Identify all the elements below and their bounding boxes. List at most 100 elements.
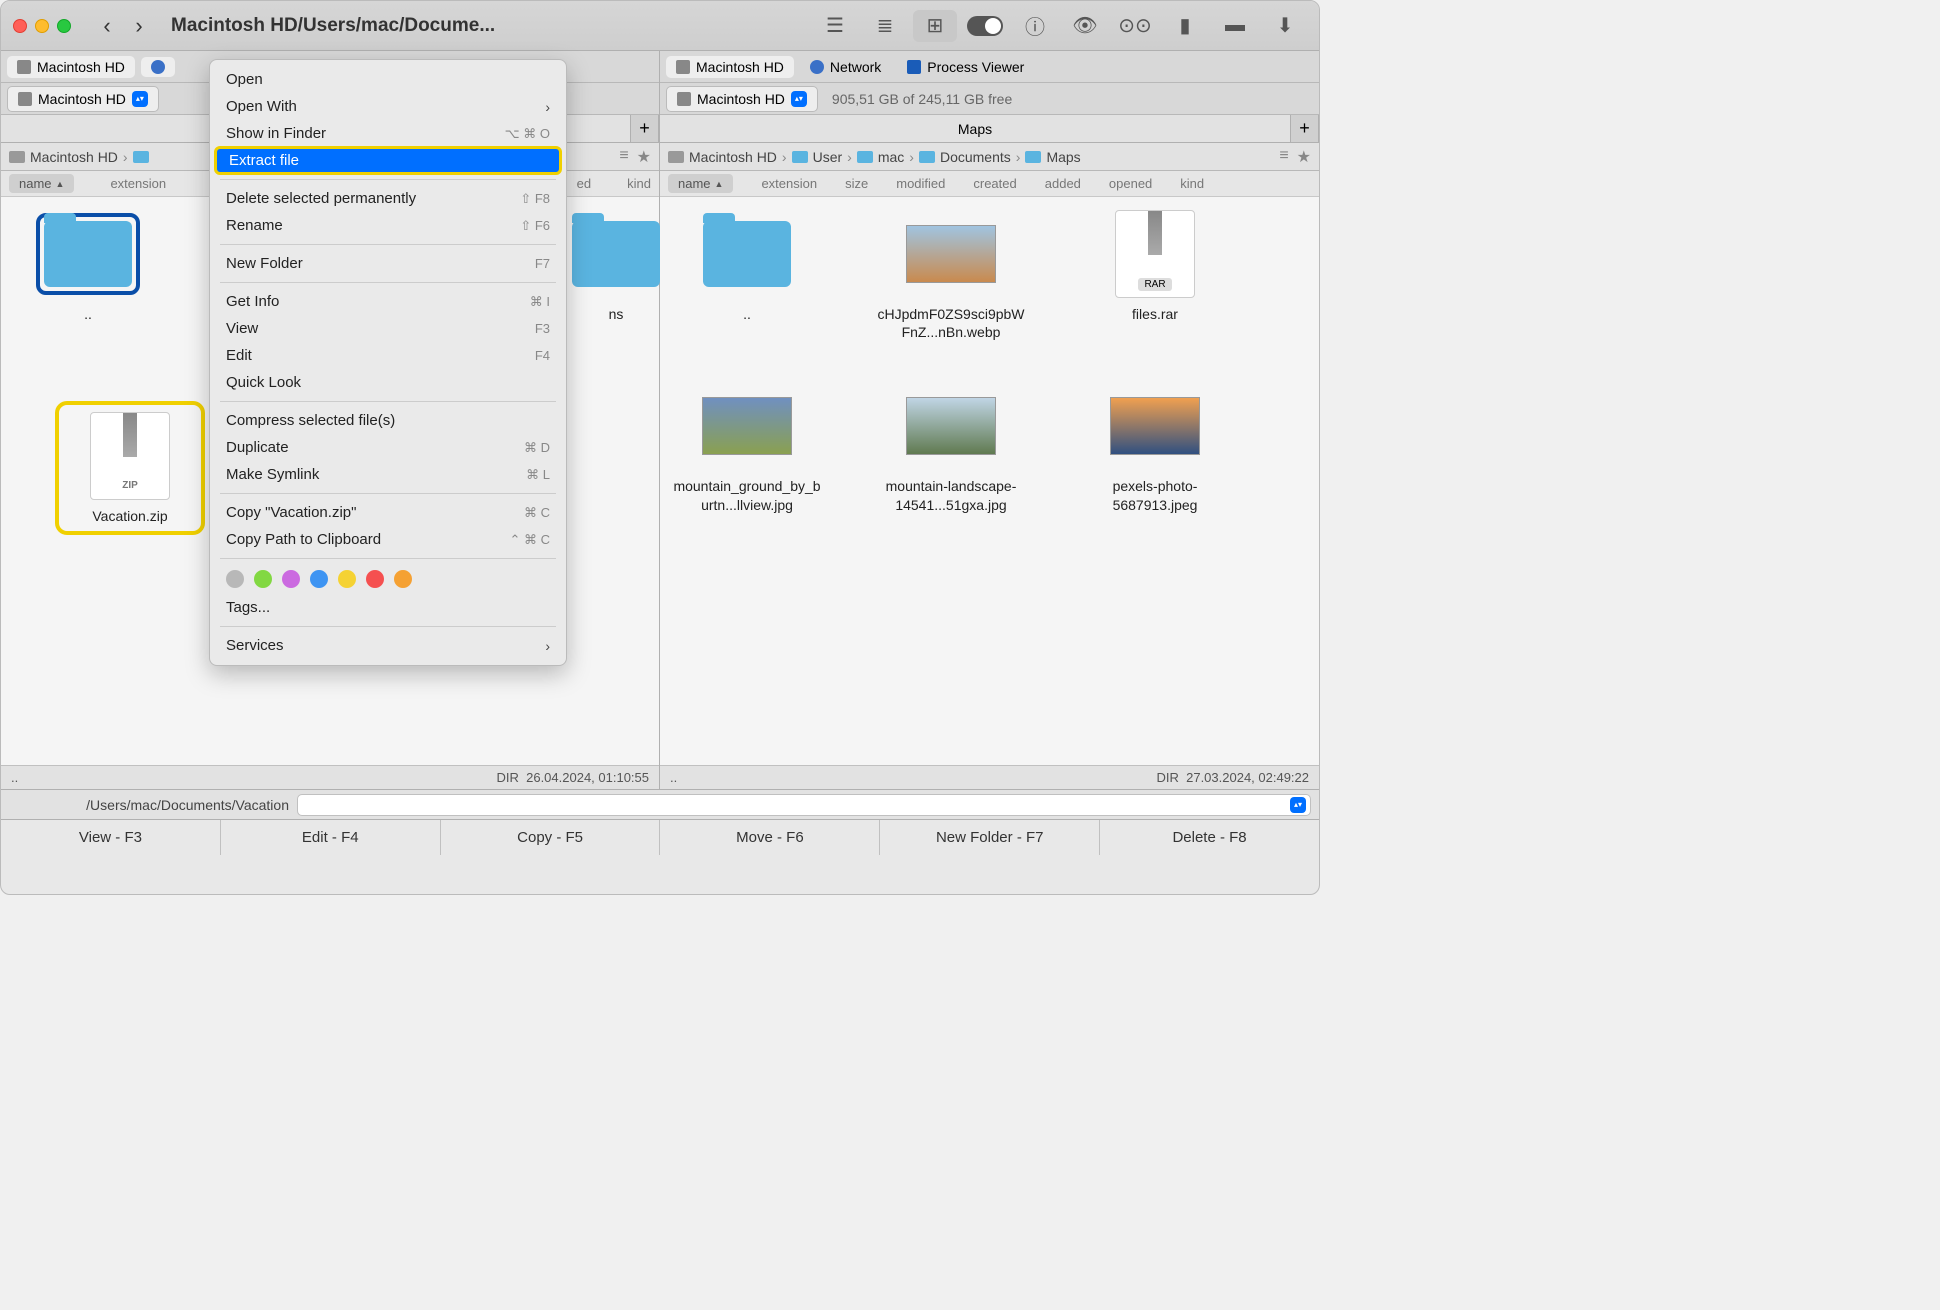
favorite-icon[interactable]: ★ [1297, 147, 1311, 167]
tag-blue[interactable] [310, 570, 328, 588]
info-icon[interactable]: ⓘ [1013, 10, 1057, 42]
download-icon[interactable]: ⬇ [1263, 10, 1307, 42]
toolbar: ☰ ≣ ⊞ ⓘ 👁 ⊙⊙ ▮ ▬ ⬇ [813, 10, 1307, 42]
context-menu: Open Open With› Show in Finder⌥ ⌘ O Extr… [209, 59, 567, 666]
list-toggle-icon[interactable]: ≡ [1279, 147, 1288, 167]
file-item-rar[interactable]: RAR files.rar [1080, 209, 1230, 341]
tag-yellow[interactable] [338, 570, 356, 588]
col-kind[interactable]: kind [1180, 176, 1204, 191]
tab-network[interactable]: Network [800, 56, 891, 78]
ctx-copy[interactable]: Copy "Vacation.zip"⌘ C [210, 499, 566, 526]
ctx-view[interactable]: ViewF3 [210, 315, 566, 342]
col-modified[interactable]: ed [577, 176, 591, 191]
crumb[interactable]: mac [878, 149, 904, 165]
crumb[interactable]: Macintosh HD [30, 149, 118, 165]
col-kind[interactable]: kind [627, 176, 651, 191]
crumb[interactable]: Documents [940, 149, 1011, 165]
col-created[interactable]: created [973, 176, 1016, 191]
tab-process-viewer[interactable]: Process Viewer [897, 56, 1034, 78]
ctx-make-symlink[interactable]: Make Symlink⌘ L [210, 461, 566, 488]
list-toggle-icon[interactable]: ≡ [619, 147, 628, 167]
col-opened[interactable]: opened [1109, 176, 1152, 191]
tag-gray[interactable] [226, 570, 244, 588]
ctx-rename[interactable]: Rename⇧ F6 [210, 212, 566, 239]
file-item[interactable]: cHJpdmF0ZS9sci9pbWFnZ...nBn.webp [876, 209, 1026, 341]
column-view-icon[interactable]: ≣ [863, 10, 907, 42]
left-location-dropdown[interactable]: Macintosh HD ▴▾ [7, 86, 159, 112]
favorite-icon[interactable]: ★ [637, 147, 651, 167]
binocular-icon[interactable]: ⊙⊙ [1113, 10, 1157, 42]
tab-macintosh-hd[interactable]: Macintosh HD [7, 56, 135, 78]
file-item[interactable]: mountain-landscape-14541...51gxa.jpg [876, 381, 1026, 513]
ctx-delete-permanently[interactable]: Delete selected permanently⇧ F8 [210, 185, 566, 212]
right-location-dropdown[interactable]: Macintosh HD ▴▾ [666, 86, 818, 112]
maximize-button[interactable] [57, 19, 71, 33]
status-date: 26.04.2024, 01:10:55 [526, 770, 649, 785]
right-pane: Macintosh HD Network Process Viewer Maci… [660, 51, 1319, 789]
col-extension[interactable]: extension [110, 176, 166, 191]
crumb[interactable]: Maps [1046, 149, 1080, 165]
file-item-vacation-zip[interactable]: ZIP Vacation.zip [55, 401, 205, 535]
ctx-copy-path[interactable]: Copy Path to Clipboard⌃ ⌘ C [210, 526, 566, 553]
disk-icon [9, 151, 25, 163]
fn-edit[interactable]: Edit - F4 [221, 820, 441, 855]
toggle-icon[interactable] [963, 10, 1007, 42]
ctx-get-info[interactable]: Get Info⌘ I [210, 288, 566, 315]
file-item[interactable]: mountain_ground_by_burtn...llview.jpg [672, 381, 822, 513]
ctx-edit[interactable]: EditF4 [210, 342, 566, 369]
col-name[interactable]: name▲ [9, 174, 74, 193]
preview-icon[interactable]: 👁 [1063, 10, 1107, 42]
fn-delete[interactable]: Delete - F8 [1100, 820, 1319, 855]
folder-tab-maps[interactable]: Maps [660, 115, 1291, 142]
col-name[interactable]: name▲ [668, 174, 733, 193]
chevron-right-icon: › [545, 638, 550, 654]
crumb[interactable]: Macintosh HD [689, 149, 777, 165]
ctx-open[interactable]: Open [210, 66, 566, 93]
file-item-parent[interactable]: .. [13, 209, 163, 323]
tag-red[interactable] [366, 570, 384, 588]
ctx-tags[interactable]: Tags... [210, 594, 566, 621]
minimize-button[interactable] [35, 19, 49, 33]
col-extension[interactable]: extension [761, 176, 817, 191]
col-modified[interactable]: modified [896, 176, 945, 191]
back-button[interactable]: ‹ [95, 14, 119, 38]
folder-icon [792, 151, 808, 163]
close-button[interactable] [13, 19, 27, 33]
forward-button[interactable]: › [127, 14, 151, 38]
fn-view[interactable]: View - F3 [1, 820, 221, 855]
tab-network[interactable] [141, 57, 175, 77]
ctx-extract-file[interactable]: Extract file [214, 146, 562, 175]
ctx-duplicate[interactable]: Duplicate⌘ D [210, 434, 566, 461]
path-input[interactable]: ▴▾ [297, 794, 1311, 816]
col-size[interactable]: size [845, 176, 868, 191]
fn-copy[interactable]: Copy - F5 [441, 820, 661, 855]
separator [220, 558, 556, 559]
tag-green[interactable] [254, 570, 272, 588]
tag-purple[interactable] [282, 570, 300, 588]
file-item[interactable]: pexels-photo-5687913.jpeg [1080, 381, 1230, 513]
add-tab-button[interactable]: + [1291, 115, 1319, 142]
rar-icon: RAR [1115, 210, 1195, 298]
tag-orange[interactable] [394, 570, 412, 588]
col-added[interactable]: added [1045, 176, 1081, 191]
right-column-headers: name▲ extension size modified created ad… [660, 171, 1319, 197]
ctx-services[interactable]: Services› [210, 632, 566, 659]
ctx-show-finder[interactable]: Show in Finder⌥ ⌘ O [210, 120, 566, 147]
status-name: .. [11, 770, 18, 785]
tab-macintosh-hd[interactable]: Macintosh HD [666, 56, 794, 78]
ctx-open-with[interactable]: Open With› [210, 93, 566, 120]
add-tab-button[interactable]: + [631, 115, 659, 142]
file-item-parent[interactable]: .. [672, 209, 822, 341]
right-file-grid[interactable]: .. cHJpdmF0ZS9sci9pbWFnZ...nBn.webp RAR … [660, 197, 1319, 765]
fn-new-folder[interactable]: New Folder - F7 [880, 820, 1100, 855]
list-view-icon[interactable]: ☰ [813, 10, 857, 42]
grid-view-icon[interactable]: ⊞ [913, 10, 957, 42]
crumb[interactable]: User [813, 149, 843, 165]
folder-icon [572, 221, 660, 287]
server-icon[interactable]: ▬ [1213, 10, 1257, 42]
ctx-new-folder[interactable]: New FolderF7 [210, 250, 566, 277]
ctx-quick-look[interactable]: Quick Look [210, 369, 566, 396]
fn-move[interactable]: Move - F6 [660, 820, 880, 855]
archive-icon[interactable]: ▮ [1163, 10, 1207, 42]
ctx-compress[interactable]: Compress selected file(s) [210, 407, 566, 434]
